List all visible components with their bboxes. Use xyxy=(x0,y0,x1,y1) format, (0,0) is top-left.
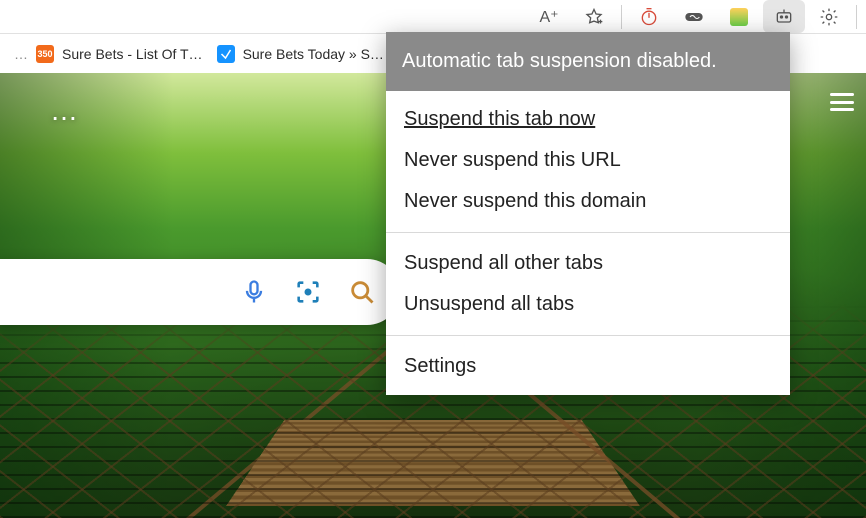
page-menu-button[interactable] xyxy=(830,93,854,111)
extension-loop-button[interactable] xyxy=(673,0,715,33)
search-box[interactable] xyxy=(0,259,400,325)
toolbar-divider xyxy=(856,5,857,29)
popup-never-suspend-domain[interactable]: Never suspend this domain xyxy=(386,181,790,222)
extension-timer-button[interactable] xyxy=(628,0,670,33)
toolbar-divider xyxy=(621,5,622,29)
page-more-button[interactable]: … xyxy=(50,95,84,127)
bookmark-favicon xyxy=(217,45,235,63)
bookmark-item[interactable]: Sure Bets Today » S… xyxy=(217,45,384,63)
popup-header: Automatic tab suspension disabled. xyxy=(386,32,790,91)
browser-settings-button[interactable] xyxy=(808,0,850,33)
read-aloud-button[interactable]: A⁺ xyxy=(528,0,570,33)
mic-icon[interactable] xyxy=(240,278,268,306)
star-plus-icon xyxy=(584,7,604,27)
popup-separator xyxy=(386,335,790,336)
popup-suspend-all-others[interactable]: Suspend all other tabs xyxy=(386,243,790,284)
robot-icon xyxy=(774,7,794,27)
gear-icon xyxy=(819,7,839,27)
bookmarks-overflow-icon: … xyxy=(14,46,28,62)
timer-icon xyxy=(639,7,659,27)
bookmark-favicon: 350 xyxy=(36,45,54,63)
bookmark-label: Sure Bets - List Of T… xyxy=(62,46,203,62)
search-icon[interactable] xyxy=(348,278,376,306)
popup-suspend-this-tab[interactable]: Suspend this tab now xyxy=(386,99,790,140)
read-aloud-icon: A⁺ xyxy=(539,7,558,27)
add-favorite-button[interactable] xyxy=(573,0,615,33)
infinity-icon xyxy=(684,7,704,27)
popup-settings[interactable]: Settings xyxy=(386,346,790,387)
puzzle-icon xyxy=(730,8,748,26)
bookmark-label: Sure Bets Today » S… xyxy=(243,46,384,62)
popup-never-suspend-url[interactable]: Never suspend this URL xyxy=(386,140,790,181)
image-scan-icon[interactable] xyxy=(294,278,322,306)
popup-separator xyxy=(386,232,790,233)
browser-toolbar: A⁺ xyxy=(0,0,866,33)
bookmark-item[interactable]: 350 Sure Bets - List Of T… xyxy=(36,45,203,63)
extension-puzzle-button[interactable] xyxy=(718,0,760,33)
suspender-popup: Automatic tab suspension disabled. Suspe… xyxy=(386,32,790,395)
extension-suspender-button[interactable] xyxy=(763,0,805,33)
popup-unsuspend-all[interactable]: Unsuspend all tabs xyxy=(386,284,790,325)
